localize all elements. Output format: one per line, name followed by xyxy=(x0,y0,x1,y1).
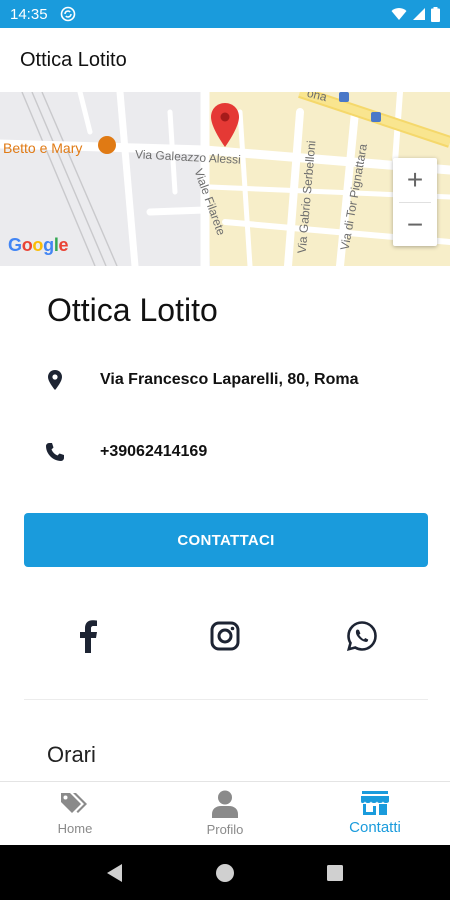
back-icon[interactable] xyxy=(103,861,127,885)
page-title: Ottica Lotito xyxy=(20,48,127,71)
zoom-out-button[interactable]: − xyxy=(393,203,437,247)
user-icon xyxy=(212,790,238,818)
bottom-nav: Home Profilo Contatti xyxy=(0,781,450,845)
instagram-icon[interactable] xyxy=(207,618,243,654)
wifi-icon xyxy=(391,8,407,20)
shop-phone: +39062414169 xyxy=(100,443,208,460)
store-icon xyxy=(361,791,389,815)
shop-address: Via Francesco Laparelli, 80, Roma xyxy=(100,371,359,388)
tag-icon xyxy=(61,793,87,813)
google-logo: Google xyxy=(8,235,69,255)
app-bar: Ottica Lotito xyxy=(0,28,450,92)
phone-icon xyxy=(44,441,66,463)
status-bar: 14:35 xyxy=(0,0,450,28)
system-nav-bar xyxy=(0,845,450,900)
sync-icon xyxy=(60,6,75,22)
location-pin-icon xyxy=(44,369,66,391)
shop-name: Ottica Lotito xyxy=(47,292,218,328)
nav-item-contacts[interactable]: Contatti xyxy=(300,782,450,845)
facebook-icon[interactable] xyxy=(70,618,106,654)
map-view[interactable]: ona Betto e Mary Via Galeazzo Alessi Via… xyxy=(0,92,450,266)
hours-section-title: Orari xyxy=(47,742,96,767)
contact-button[interactable]: CONTATTACI xyxy=(24,513,428,567)
battery-icon xyxy=(431,6,440,22)
nav-item-label: Profilo xyxy=(206,822,244,837)
nav-item-label: Home xyxy=(57,821,93,836)
nav-item-home[interactable]: Home xyxy=(0,782,150,845)
zoom-in-button[interactable]: + xyxy=(393,158,437,202)
map-pin-icon[interactable] xyxy=(211,103,239,152)
map-zoom-controls: + − xyxy=(393,158,437,246)
nav-item-label: Contatti xyxy=(349,819,401,836)
phone-row[interactable]: +39062414169 xyxy=(44,441,207,463)
recents-icon[interactable] xyxy=(323,861,347,885)
status-time: 14:35 xyxy=(10,5,48,23)
map-poi-label[interactable]: Betto e Mary xyxy=(3,140,82,156)
signal-icon xyxy=(413,8,425,20)
address-row[interactable]: Via Francesco Laparelli, 80, Roma xyxy=(44,369,359,391)
whatsapp-icon[interactable] xyxy=(344,618,380,654)
nav-item-profile[interactable]: Profilo xyxy=(150,782,300,845)
home-icon[interactable] xyxy=(213,861,237,885)
section-divider xyxy=(24,699,428,700)
status-icons xyxy=(391,6,440,22)
